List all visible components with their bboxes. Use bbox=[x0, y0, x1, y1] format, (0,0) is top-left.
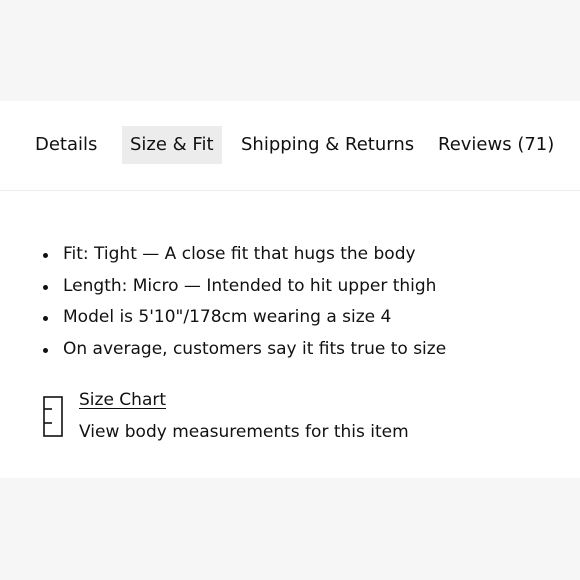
bullet-dot bbox=[43, 253, 48, 258]
bullet-dot bbox=[43, 347, 48, 353]
tab-shipping-returns[interactable]: Shipping & Returns bbox=[241, 126, 414, 164]
fit-detail-item: Model is 5'10"/178cm wearing a size 4 bbox=[0, 302, 580, 334]
size-chart-link[interactable]: Size Chart bbox=[79, 387, 166, 413]
fit-detail-text: Fit: Tight — A close fit that hugs the b… bbox=[63, 244, 416, 264]
tab-details[interactable]: Details bbox=[35, 126, 97, 164]
fit-detail-text: Model is 5'10"/178cm wearing a size 4 bbox=[63, 307, 392, 327]
tab-size-fit[interactable]: Size & Fit bbox=[122, 126, 222, 164]
fit-detail-item: Fit: Tight — A close fit that hugs the b… bbox=[0, 239, 580, 271]
ruler-icon bbox=[43, 396, 63, 437]
fit-details-list: Fit: Tight — A close fit that hugs the b… bbox=[0, 239, 580, 365]
fit-detail-item: On average, customers say it fits true t… bbox=[0, 334, 580, 366]
bullet-dot bbox=[43, 316, 48, 321]
product-info-panel: Details Size & Fit Shipping & Returns Re… bbox=[0, 101, 580, 478]
fit-detail-text: On average, customers say it fits true t… bbox=[63, 338, 447, 359]
bullet-dot bbox=[43, 284, 48, 290]
fit-detail-item: Length: Micro — Intended to hit upper th… bbox=[0, 271, 580, 303]
fit-detail-text: Length: Micro — Intended to hit upper th… bbox=[63, 275, 437, 296]
product-tabs: Details Size & Fit Shipping & Returns Re… bbox=[0, 101, 580, 191]
size-chart-description: View body measurements for this item bbox=[79, 422, 409, 442]
tab-reviews[interactable]: Reviews (71) bbox=[438, 126, 554, 164]
